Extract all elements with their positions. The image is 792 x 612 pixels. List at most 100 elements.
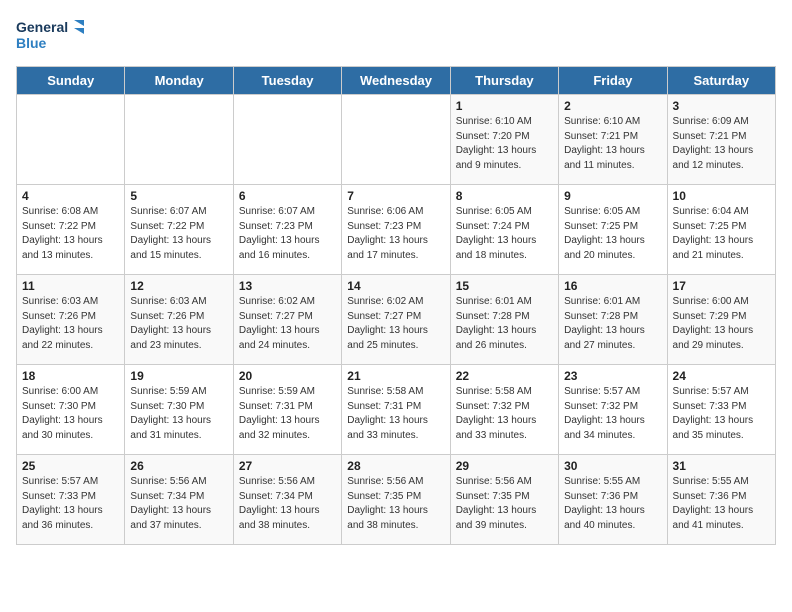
day-info: Sunrise: 6:07 AM Sunset: 7:23 PM Dayligh… [239, 205, 336, 263]
day-number: 4 [22, 189, 119, 203]
calendar-cell: 4 Sunrise: 6:08 AM Sunset: 7:22 PM Daylig… [17, 185, 125, 275]
day-number: 9 [564, 189, 661, 203]
calendar-week-row: 18Sunrise: 6:00 AM Sunset: 7:30 PM Dayli… [17, 365, 776, 455]
day-number: 17 [673, 279, 770, 293]
day-info: Sunrise: 6:04 AM Sunset: 7:25 PM Dayligh… [673, 205, 770, 263]
calendar-cell: 5 Sunrise: 6:07 AM Sunset: 7:22 PM Daylig… [125, 185, 233, 275]
day-info: Sunrise: 6:03 AM Sunset: 7:26 PM Dayligh… [130, 295, 227, 353]
calendar-cell: 21 Sunrise: 5:58 AM Sunset: 7:31 PM Dayli… [342, 365, 450, 455]
logo-svg: General Blue [16, 16, 86, 58]
calendar-cell: 20 Sunrise: 5:59 AM Sunset: 7:31 PM Dayli… [233, 365, 341, 455]
calendar-cell: 10Sunrise: 6:04 AM Sunset: 7:25 PM Dayli… [667, 185, 775, 275]
calendar-cell: 11 Sunrise: 6:03 AM Sunset: 7:26 PM Dayli… [17, 275, 125, 365]
calendar-cell: 7Sunrise: 6:06 AM Sunset: 7:23 PM Daylig… [342, 185, 450, 275]
day-info: Sunrise: 6:09 AM Sunset: 7:21 PM Dayligh… [673, 115, 770, 173]
day-info: Sunrise: 5:55 AM Sunset: 7:36 PM Dayligh… [564, 475, 661, 533]
calendar-cell: 8 Sunrise: 6:05 AM Sunset: 7:24 PM Daylig… [450, 185, 558, 275]
calendar-cell: 2 Sunrise: 6:10 AM Sunset: 7:21 PM Daylig… [559, 95, 667, 185]
calendar-week-row: 4 Sunrise: 6:08 AM Sunset: 7:22 PM Daylig… [17, 185, 776, 275]
day-info: Sunrise: 6:01 AM Sunset: 7:28 PM Dayligh… [456, 295, 553, 353]
day-info: Sunrise: 6:10 AM Sunset: 7:21 PM Dayligh… [564, 115, 661, 173]
weekday-header: Thursday [450, 67, 558, 95]
logo: General Blue [16, 16, 86, 58]
day-info: Sunrise: 6:10 AM Sunset: 7:20 PM Dayligh… [456, 115, 553, 173]
day-info: Sunrise: 5:57 AM Sunset: 7:33 PM Dayligh… [673, 385, 770, 443]
calendar-cell: 28 Sunrise: 5:56 AM Sunset: 7:35 PM Dayli… [342, 455, 450, 545]
calendar-cell [17, 95, 125, 185]
weekday-header: Friday [559, 67, 667, 95]
calendar-cell: 31 Sunrise: 5:55 AM Sunset: 7:36 PM Dayli… [667, 455, 775, 545]
header: General Blue [16, 16, 776, 58]
day-info: Sunrise: 5:58 AM Sunset: 7:31 PM Dayligh… [347, 385, 444, 443]
day-number: 3 [673, 99, 770, 113]
day-number: 23 [564, 369, 661, 383]
calendar-cell: 27Sunrise: 5:56 AM Sunset: 7:34 PM Dayli… [233, 455, 341, 545]
day-number: 28 [347, 459, 444, 473]
day-info: Sunrise: 6:05 AM Sunset: 7:24 PM Dayligh… [456, 205, 553, 263]
calendar-cell: 14Sunrise: 6:02 AM Sunset: 7:27 PM Dayli… [342, 275, 450, 365]
calendar-cell [233, 95, 341, 185]
day-number: 20 [239, 369, 336, 383]
day-number: 18 [22, 369, 119, 383]
day-number: 6 [239, 189, 336, 203]
day-info: Sunrise: 6:06 AM Sunset: 7:23 PM Dayligh… [347, 205, 444, 263]
calendar-body: 1 Sunrise: 6:10 AM Sunset: 7:20 PM Daylig… [17, 95, 776, 545]
day-info: Sunrise: 5:56 AM Sunset: 7:35 PM Dayligh… [456, 475, 553, 533]
day-number: 1 [456, 99, 553, 113]
calendar-week-row: 25 Sunrise: 5:57 AM Sunset: 7:33 PM Dayli… [17, 455, 776, 545]
day-info: Sunrise: 5:57 AM Sunset: 7:33 PM Dayligh… [22, 475, 119, 533]
day-number: 30 [564, 459, 661, 473]
day-info: Sunrise: 6:03 AM Sunset: 7:26 PM Dayligh… [22, 295, 119, 353]
calendar-cell: 25 Sunrise: 5:57 AM Sunset: 7:33 PM Dayli… [17, 455, 125, 545]
calendar-cell: 18Sunrise: 6:00 AM Sunset: 7:30 PM Dayli… [17, 365, 125, 455]
calendar-cell: 17 Sunrise: 6:00 AM Sunset: 7:29 PM Dayli… [667, 275, 775, 365]
day-number: 26 [130, 459, 227, 473]
weekday-header: Sunday [17, 67, 125, 95]
calendar-cell: 22Sunrise: 5:58 AM Sunset: 7:32 PM Dayli… [450, 365, 558, 455]
weekday-header: Monday [125, 67, 233, 95]
day-info: Sunrise: 6:08 AM Sunset: 7:22 PM Dayligh… [22, 205, 119, 263]
day-number: 8 [456, 189, 553, 203]
day-number: 2 [564, 99, 661, 113]
weekday-header: Saturday [667, 67, 775, 95]
calendar-cell: 12 Sunrise: 6:03 AM Sunset: 7:26 PM Dayli… [125, 275, 233, 365]
calendar-cell: 15Sunrise: 6:01 AM Sunset: 7:28 PM Dayli… [450, 275, 558, 365]
day-number: 19 [130, 369, 227, 383]
day-info: Sunrise: 5:56 AM Sunset: 7:35 PM Dayligh… [347, 475, 444, 533]
calendar-container: General Blue SundayMondayTuesdayWednesda… [0, 0, 792, 555]
calendar-cell: 24Sunrise: 5:57 AM Sunset: 7:33 PM Dayli… [667, 365, 775, 455]
day-number: 25 [22, 459, 119, 473]
day-number: 21 [347, 369, 444, 383]
day-number: 29 [456, 459, 553, 473]
calendar-table: SundayMondayTuesdayWednesdayThursdayFrid… [16, 66, 776, 545]
calendar-cell: 29 Sunrise: 5:56 AM Sunset: 7:35 PM Dayli… [450, 455, 558, 545]
day-info: Sunrise: 6:02 AM Sunset: 7:27 PM Dayligh… [347, 295, 444, 353]
day-info: Sunrise: 5:56 AM Sunset: 7:34 PM Dayligh… [130, 475, 227, 533]
day-info: Sunrise: 6:00 AM Sunset: 7:29 PM Dayligh… [673, 295, 770, 353]
day-number: 5 [130, 189, 227, 203]
day-number: 27 [239, 459, 336, 473]
weekday-header: Tuesday [233, 67, 341, 95]
day-number: 12 [130, 279, 227, 293]
calendar-cell: 30 Sunrise: 5:55 AM Sunset: 7:36 PM Dayli… [559, 455, 667, 545]
calendar-cell: 13Sunrise: 6:02 AM Sunset: 7:27 PM Dayli… [233, 275, 341, 365]
day-info: Sunrise: 6:07 AM Sunset: 7:22 PM Dayligh… [130, 205, 227, 263]
calendar-cell [342, 95, 450, 185]
day-number: 11 [22, 279, 119, 293]
calendar-cell: 3 Sunrise: 6:09 AM Sunset: 7:21 PM Daylig… [667, 95, 775, 185]
calendar-week-row: 1 Sunrise: 6:10 AM Sunset: 7:20 PM Daylig… [17, 95, 776, 185]
calendar-cell: 1 Sunrise: 6:10 AM Sunset: 7:20 PM Daylig… [450, 95, 558, 185]
day-info: Sunrise: 5:55 AM Sunset: 7:36 PM Dayligh… [673, 475, 770, 533]
svg-text:General: General [16, 19, 68, 35]
calendar-cell: 26 Sunrise: 5:56 AM Sunset: 7:34 PM Dayli… [125, 455, 233, 545]
day-info: Sunrise: 6:02 AM Sunset: 7:27 PM Dayligh… [239, 295, 336, 353]
calendar-cell: 9Sunrise: 6:05 AM Sunset: 7:25 PM Daylig… [559, 185, 667, 275]
calendar-cell: 19 Sunrise: 5:59 AM Sunset: 7:30 PM Dayli… [125, 365, 233, 455]
calendar-header: SundayMondayTuesdayWednesdayThursdayFrid… [17, 67, 776, 95]
day-number: 31 [673, 459, 770, 473]
calendar-week-row: 11 Sunrise: 6:03 AM Sunset: 7:26 PM Dayli… [17, 275, 776, 365]
day-info: Sunrise: 5:59 AM Sunset: 7:30 PM Dayligh… [130, 385, 227, 443]
weekday-row: SundayMondayTuesdayWednesdayThursdayFrid… [17, 67, 776, 95]
day-info: Sunrise: 5:59 AM Sunset: 7:31 PM Dayligh… [239, 385, 336, 443]
calendar-cell: 16Sunrise: 6:01 AM Sunset: 7:28 PM Dayli… [559, 275, 667, 365]
